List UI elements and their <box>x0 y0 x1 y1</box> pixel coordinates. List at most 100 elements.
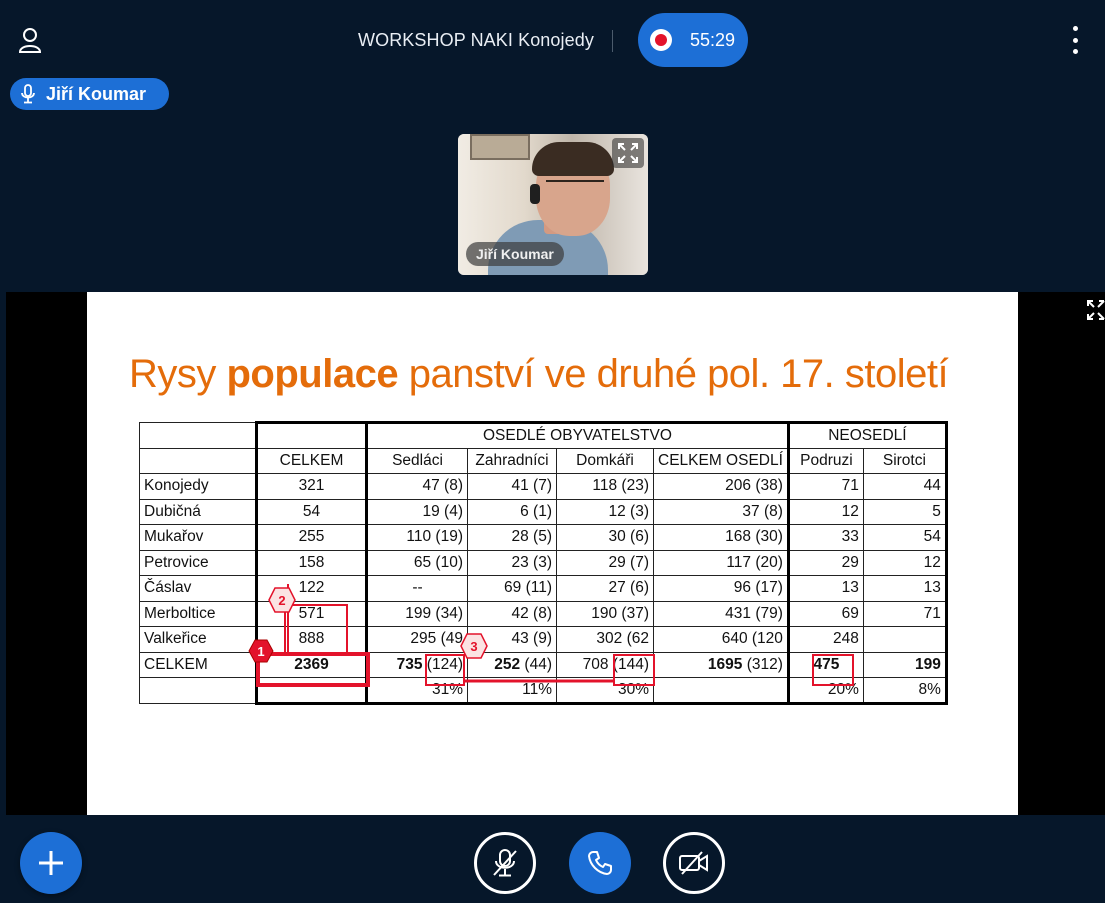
table-cell: 42 (8) <box>467 600 557 627</box>
more-options-button[interactable] <box>1066 26 1084 54</box>
record-icon <box>650 29 672 51</box>
microphone-icon <box>21 84 35 104</box>
unmute-button[interactable] <box>474 832 536 894</box>
population-table: OSEDLÉ OBYVATELSTVO NEOSEDLÍ CELKEM Sedl… <box>139 421 948 705</box>
group-unsettled-header: NEOSEDLÍ <box>786 421 948 449</box>
total-zahradnici-rest: (44) <box>520 655 552 673</box>
table-cell <box>139 422 257 449</box>
table-cell: 96 (17) <box>653 575 789 602</box>
table-cell: 23 (3) <box>467 549 557 576</box>
total-podruzi-value: 475 <box>813 655 840 673</box>
total-celkem-value: 2369 <box>294 655 329 673</box>
table-cell: 43 (9) <box>467 626 557 653</box>
table-cell <box>139 447 257 474</box>
column-header: Domkáři <box>556 447 654 474</box>
table-cell: Dubičná <box>139 498 257 525</box>
table-cell: 69 <box>786 600 864 627</box>
total-celkem-cell: 2369 <box>255 651 368 678</box>
percent-cell: 11% <box>467 677 557 705</box>
column-header: Sirotci <box>862 447 948 474</box>
webcam-headset <box>530 184 540 204</box>
slide-title-post: panství ve druhé pol. 17. století <box>398 352 949 396</box>
webcam-tile[interactable]: Jiří Koumar <box>458 134 648 275</box>
table-row: Mukařov 255 110 (19) 28 (5) 30 (6) 168 (… <box>139 524 948 551</box>
total-sedlaci-cell: 735 (124) <box>366 651 468 678</box>
slide-title-pre: Rysy <box>129 352 227 396</box>
slide-title: Rysy populace panství ve druhé pol. 17. … <box>129 352 949 397</box>
webcam-person-glasses <box>546 180 604 190</box>
table-cell: Mukařov <box>139 524 257 551</box>
presentation-slide: Rysy populace panství ve druhé pol. 17. … <box>87 292 1018 815</box>
user-button[interactable] <box>14 24 46 56</box>
table-cell: 190 (37) <box>556 600 654 627</box>
table-cell: 54 <box>862 524 948 551</box>
table-cell: 12 <box>786 498 864 525</box>
table-cell: 37 (8) <box>653 498 789 525</box>
table-total-row: CELKEM 2369 735 (124) 252 (44) 708 (144)… <box>139 651 948 678</box>
actions-button[interactable] <box>20 832 82 894</box>
table-row: Čáslav 122 -- 69 (11) 27 (6) 96 (17) 13 … <box>139 575 948 602</box>
leave-audio-button[interactable] <box>569 832 631 894</box>
table-cell: CELKEM <box>139 651 257 678</box>
table-cell: 71 <box>786 473 864 500</box>
table-cell <box>255 677 368 705</box>
table-cell: 65 (10) <box>366 549 468 576</box>
total-domkari-cell: 708 (144) <box>556 651 654 678</box>
table-cell: Konojedy <box>139 473 257 500</box>
expand-icon <box>618 143 638 163</box>
talking-indicator[interactable]: Jiří Koumar <box>10 78 169 110</box>
table-header-row: CELKEM Sedláci Zahradníci Domkáři CELKEM… <box>139 447 948 474</box>
total-sedlaci-rest: (124) <box>422 655 463 673</box>
table-cell: 431 (79) <box>653 600 789 627</box>
total-podruzi-cell: 475 <box>786 651 864 678</box>
table-cell: 6 (1) <box>467 498 557 525</box>
table-cell: 199 (34) <box>366 600 468 627</box>
user-icon <box>18 28 42 53</box>
total-osedli-cell: 1695 (312) <box>653 651 789 678</box>
column-header: Sedláci <box>366 447 468 474</box>
share-webcam-button[interactable] <box>663 832 725 894</box>
table-cell: 71 <box>862 600 948 627</box>
presentation-fullscreen-icon[interactable] <box>1086 298 1105 322</box>
meeting-title: WORKSHOP NAKI Konojedy <box>358 30 594 50</box>
table-cell: 69 (11) <box>467 575 557 602</box>
camera-off-icon <box>679 851 708 875</box>
table-cell: 255 <box>255 524 368 551</box>
table-cell: 206 (38) <box>653 473 789 500</box>
table-cell: 41 (7) <box>467 473 557 500</box>
table-cell: 640 (120 <box>653 626 789 653</box>
total-osedli-bold: 1695 <box>707 655 743 673</box>
table-cell: 248 <box>786 626 864 653</box>
percent-cell: 20% <box>786 677 864 705</box>
table-cell: 12 (3) <box>556 498 654 525</box>
group-settled-header: OSEDLÉ OBYVATELSTVO <box>366 421 789 449</box>
microphone-muted-icon <box>493 849 517 877</box>
table-cell: -- <box>366 575 468 602</box>
table-cell <box>255 421 368 449</box>
table-cell: 117 (20) <box>653 549 789 576</box>
webcam-expand-button[interactable] <box>612 138 644 168</box>
table-cell: 888 <box>255 626 368 653</box>
table-cell: 295 (49 <box>366 626 468 653</box>
percent-cell: 8% <box>862 677 948 705</box>
column-header: Podruzi <box>786 447 864 474</box>
table-cell: 28 (5) <box>467 524 557 551</box>
total-sirotci-cell: 199 <box>862 651 948 678</box>
webcam-user-label: Jiří Koumar <box>466 242 564 266</box>
speaker-name: Jiří Koumar <box>46 83 147 104</box>
total-sirotci-value: 199 <box>915 655 941 673</box>
table-cell: 122 <box>255 575 368 602</box>
table-cell: Čáslav <box>139 575 257 602</box>
column-header: Zahradníci <box>467 447 557 474</box>
table-cell: 29 (7) <box>556 549 654 576</box>
phone-icon <box>588 851 612 875</box>
slide-title-bold: populace <box>226 352 399 396</box>
recording-indicator[interactable]: 55:29 <box>638 13 748 67</box>
table-cell: 321 <box>255 473 368 500</box>
table-cell: 47 (8) <box>366 473 468 500</box>
table-cell: Merboltice <box>139 600 257 627</box>
table-cell: 44 <box>862 473 948 500</box>
table-cell: 30 (6) <box>556 524 654 551</box>
column-header: CELKEM <box>255 447 368 474</box>
column-header: CELKEM OSEDLÍ <box>653 447 789 474</box>
